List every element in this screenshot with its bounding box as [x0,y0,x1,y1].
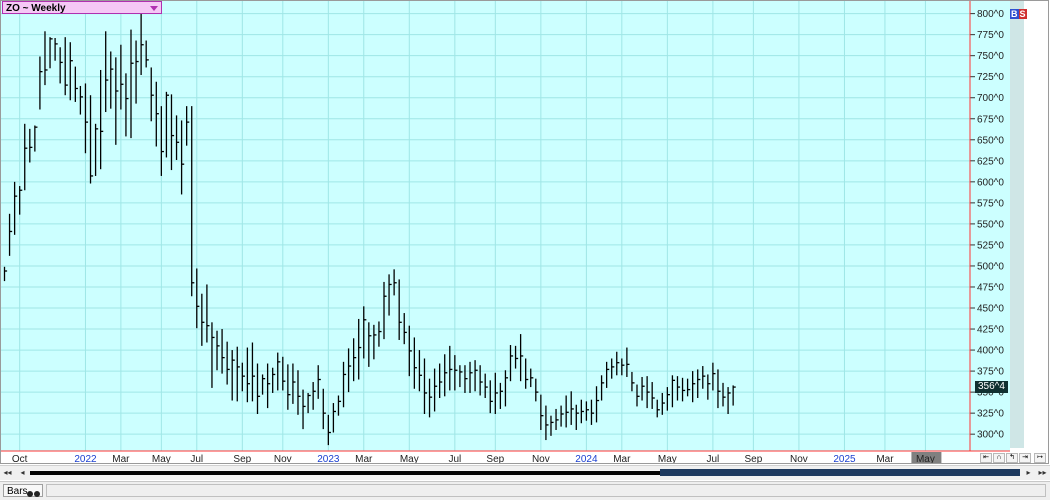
y-tick-label: 725^0 [977,72,1004,83]
y-tick-label: 675^0 [977,114,1004,125]
y-tick-label: 325^0 [977,409,1004,420]
buy-sell-indicator[interactable]: BS [1010,9,1027,19]
bars-tab[interactable]: Bars [3,484,43,497]
status-strip [46,484,1046,497]
nav-button-2[interactable]: ∩ [993,453,1005,463]
scroll-right-fast-icon[interactable]: ▸▸ [1038,468,1047,477]
symbol-title[interactable]: ZO ~ Weekly [2,1,162,14]
y-tick-label: 425^0 [977,325,1004,336]
symbol-title-text: ZO ~ Weekly [6,3,66,14]
nav-button-4[interactable]: ⇥ [1019,453,1031,463]
nav-button-3[interactable]: ↰ [1006,453,1018,463]
y-tick-label: 575^0 [977,198,1004,209]
y-tick-label: 650^0 [977,135,1004,146]
y-tick-label: 375^0 [977,367,1004,378]
status-bar: Bars [0,481,1050,500]
y-tick-label: 525^0 [977,240,1004,251]
time-scrollbar[interactable]: ◂◂ ◂ ▸ ▸▸ [0,465,1050,480]
y-tick-label: 475^0 [977,282,1004,293]
y-tick-label: 500^0 [977,261,1004,272]
y-tick-label: 300^0 [977,430,1004,441]
last-price-tag: 356^4 [975,380,1008,393]
y-tick-label: 400^0 [977,346,1004,357]
scroll-thumb[interactable] [660,469,1020,476]
nav-button-5[interactable]: ↦ [1034,453,1046,463]
right-panel-strip [1010,1,1024,448]
nav-button-1[interactable]: ⇤ [980,453,992,463]
y-tick-label: 600^0 [977,177,1004,188]
scroll-left-fast-icon[interactable]: ◂◂ [3,468,12,477]
price-chart[interactable]: 800^0 775^0 750^0 725^0 700^0 675^0 650^0 625^0… [0,0,1050,465]
bars-tab-label: Bars [7,486,28,497]
y-tick-label: 550^0 [977,219,1004,230]
y-tick-label: 700^0 [977,93,1004,104]
scroll-right-icon[interactable]: ▸ [1024,468,1033,477]
scroll-left-icon[interactable]: ◂ [18,468,27,477]
y-tick-label: 625^0 [977,156,1004,167]
y-tick-label: 775^0 [977,30,1004,41]
y-tick-label: 450^0 [977,304,1004,315]
y-tick-label: 800^0 [977,9,1004,20]
chart-window: 800^0 775^0 750^0 725^0 700^0 675^0 650^0 625^0… [0,0,1050,500]
buy-indicator: B [1010,9,1019,19]
chevron-down-icon[interactable] [150,6,158,11]
y-tick-label: 750^0 [977,51,1004,62]
sell-indicator: S [1018,9,1027,19]
link-icon[interactable] [26,488,40,497]
